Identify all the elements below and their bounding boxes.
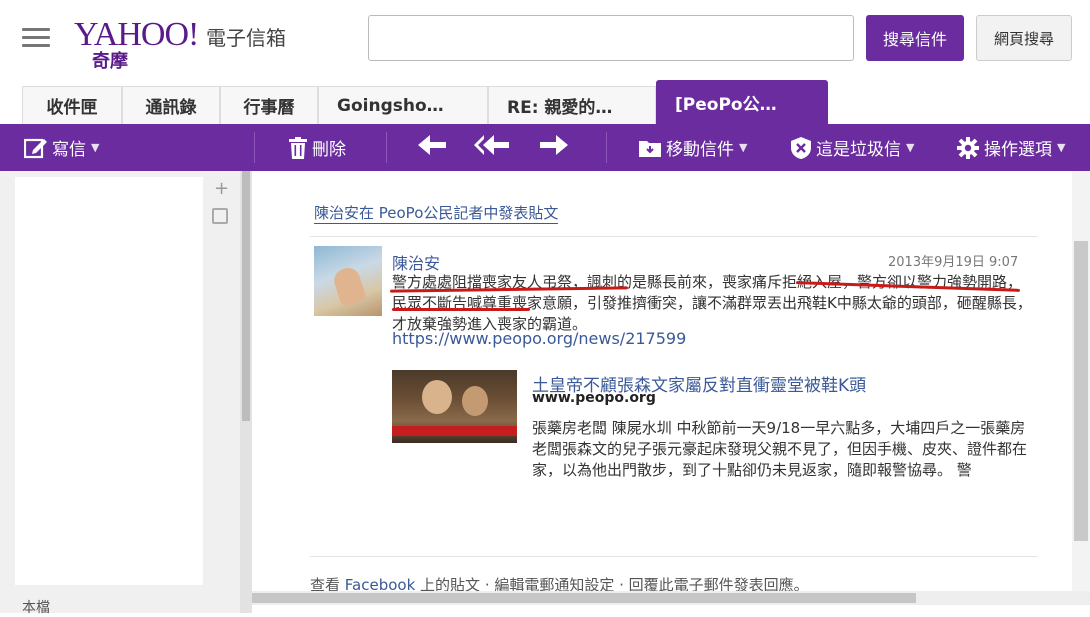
- reply-icon: [418, 134, 448, 161]
- left-scrollbar[interactable]: [240, 171, 252, 613]
- tab-calendar[interactable]: 行事曆: [220, 86, 318, 124]
- reply-all-button[interactable]: [474, 124, 510, 171]
- actions-label: 操作選項: [984, 140, 1052, 160]
- delete-label: 刪除: [312, 140, 346, 160]
- reply-button[interactable]: [418, 124, 448, 171]
- tab-bar: 收件匣 通訊錄 行事曆 Goingsho… RE: 親愛的… [PeoPo公…: [22, 80, 828, 124]
- news-description: 張藥房老闆 陳屍水圳 中秋節前一天9/18一早六點多，大埔四戶之一張藥房老闆張森…: [532, 419, 1028, 479]
- popout-icon[interactable]: [212, 208, 228, 224]
- message-toolbar: 寫信 ▼ 刪除 移動信件 ▼ 這是垃圾信 ▼ 操作選項 ▼: [0, 124, 1090, 171]
- spam-label: 這是垃圾信: [816, 140, 901, 160]
- gear-icon: [956, 136, 980, 160]
- forward-button[interactable]: [538, 124, 568, 171]
- move-label: 移動信件: [666, 140, 734, 160]
- fb-post-header-link[interactable]: 陳治安在 PeoPo公民記者中發表貼文: [314, 203, 559, 224]
- tab-message-goingshop[interactable]: Goingsho…: [318, 86, 488, 124]
- tab-contacts[interactable]: 通訊錄: [122, 86, 220, 124]
- service-name: 電子信箱: [206, 26, 286, 50]
- logo-sub-text: 奇摩: [92, 51, 128, 72]
- spam-button[interactable]: 這是垃圾信 ▼: [790, 124, 914, 171]
- post-date: 2013年9月19日 9:07: [888, 255, 1019, 270]
- tab-message-re[interactable]: RE: 親愛的…: [488, 86, 656, 124]
- folder-icon: [638, 138, 662, 158]
- folder-pane: [0, 171, 240, 613]
- scroll-thumb[interactable]: [1074, 241, 1088, 541]
- trash-icon: [288, 136, 308, 159]
- post-link[interactable]: https://www.peopo.org/news/217599: [392, 329, 686, 348]
- message-scrollbar[interactable]: [1072, 171, 1090, 591]
- toolbar-divider: [386, 132, 387, 163]
- toolbar-divider: [254, 132, 255, 163]
- news-thumbnail[interactable]: [392, 370, 517, 443]
- chevron-down-icon: ▼: [739, 141, 748, 154]
- search-input[interactable]: [368, 15, 854, 61]
- move-button[interactable]: 移動信件 ▼: [638, 124, 747, 171]
- red-underline: [392, 308, 530, 311]
- horizontal-scrollbar[interactable]: [252, 591, 1090, 605]
- search-web-button[interactable]: 網頁搜尋: [976, 15, 1072, 61]
- author-name[interactable]: 陳治安: [392, 250, 440, 274]
- tab-message-peopo[interactable]: [PeoPo公…: [656, 80, 828, 124]
- menu-icon[interactable]: [22, 28, 50, 48]
- actions-button[interactable]: 操作選項 ▼: [956, 124, 1065, 171]
- toolbar-divider: [606, 132, 607, 163]
- compose-label: 寫信: [52, 140, 86, 160]
- folder-list[interactable]: [15, 177, 203, 585]
- shield-icon: [790, 136, 812, 160]
- app-header: YAHOO! 奇摩 電子信箱 搜尋信件 網頁搜尋: [0, 0, 1090, 80]
- forward-icon: [538, 134, 568, 161]
- compose-button[interactable]: 寫信 ▼: [24, 124, 99, 171]
- chevron-down-icon: ▼: [91, 141, 100, 154]
- scroll-thumb[interactable]: [242, 171, 250, 421]
- logo-text: YAHOO!: [74, 16, 199, 53]
- divider: [310, 556, 1038, 557]
- delete-button[interactable]: 刪除: [288, 124, 346, 171]
- chevron-down-icon: ▼: [1057, 141, 1066, 154]
- tab-inbox[interactable]: 收件匣: [22, 86, 122, 124]
- news-domain: www.peopo.org: [532, 390, 656, 406]
- add-folder-icon[interactable]: +: [214, 178, 229, 199]
- scroll-thumb[interactable]: [252, 593, 916, 603]
- search-mail-button[interactable]: 搜尋信件: [866, 15, 964, 61]
- reply-all-icon: [474, 134, 510, 161]
- post-body: 警方處處阻擋喪家友人弔祭，諷刺的是縣長前來，喪家痛斥拒絕入屋，警方卻以警力強勢開…: [392, 273, 1032, 333]
- chevron-down-icon: ▼: [906, 141, 915, 154]
- author-avatar[interactable]: [314, 246, 382, 316]
- compose-icon: [24, 137, 48, 159]
- yahoo-logo[interactable]: YAHOO! 奇摩: [74, 16, 199, 72]
- divider: [310, 236, 1038, 237]
- folder-label: 本檔: [22, 600, 50, 616]
